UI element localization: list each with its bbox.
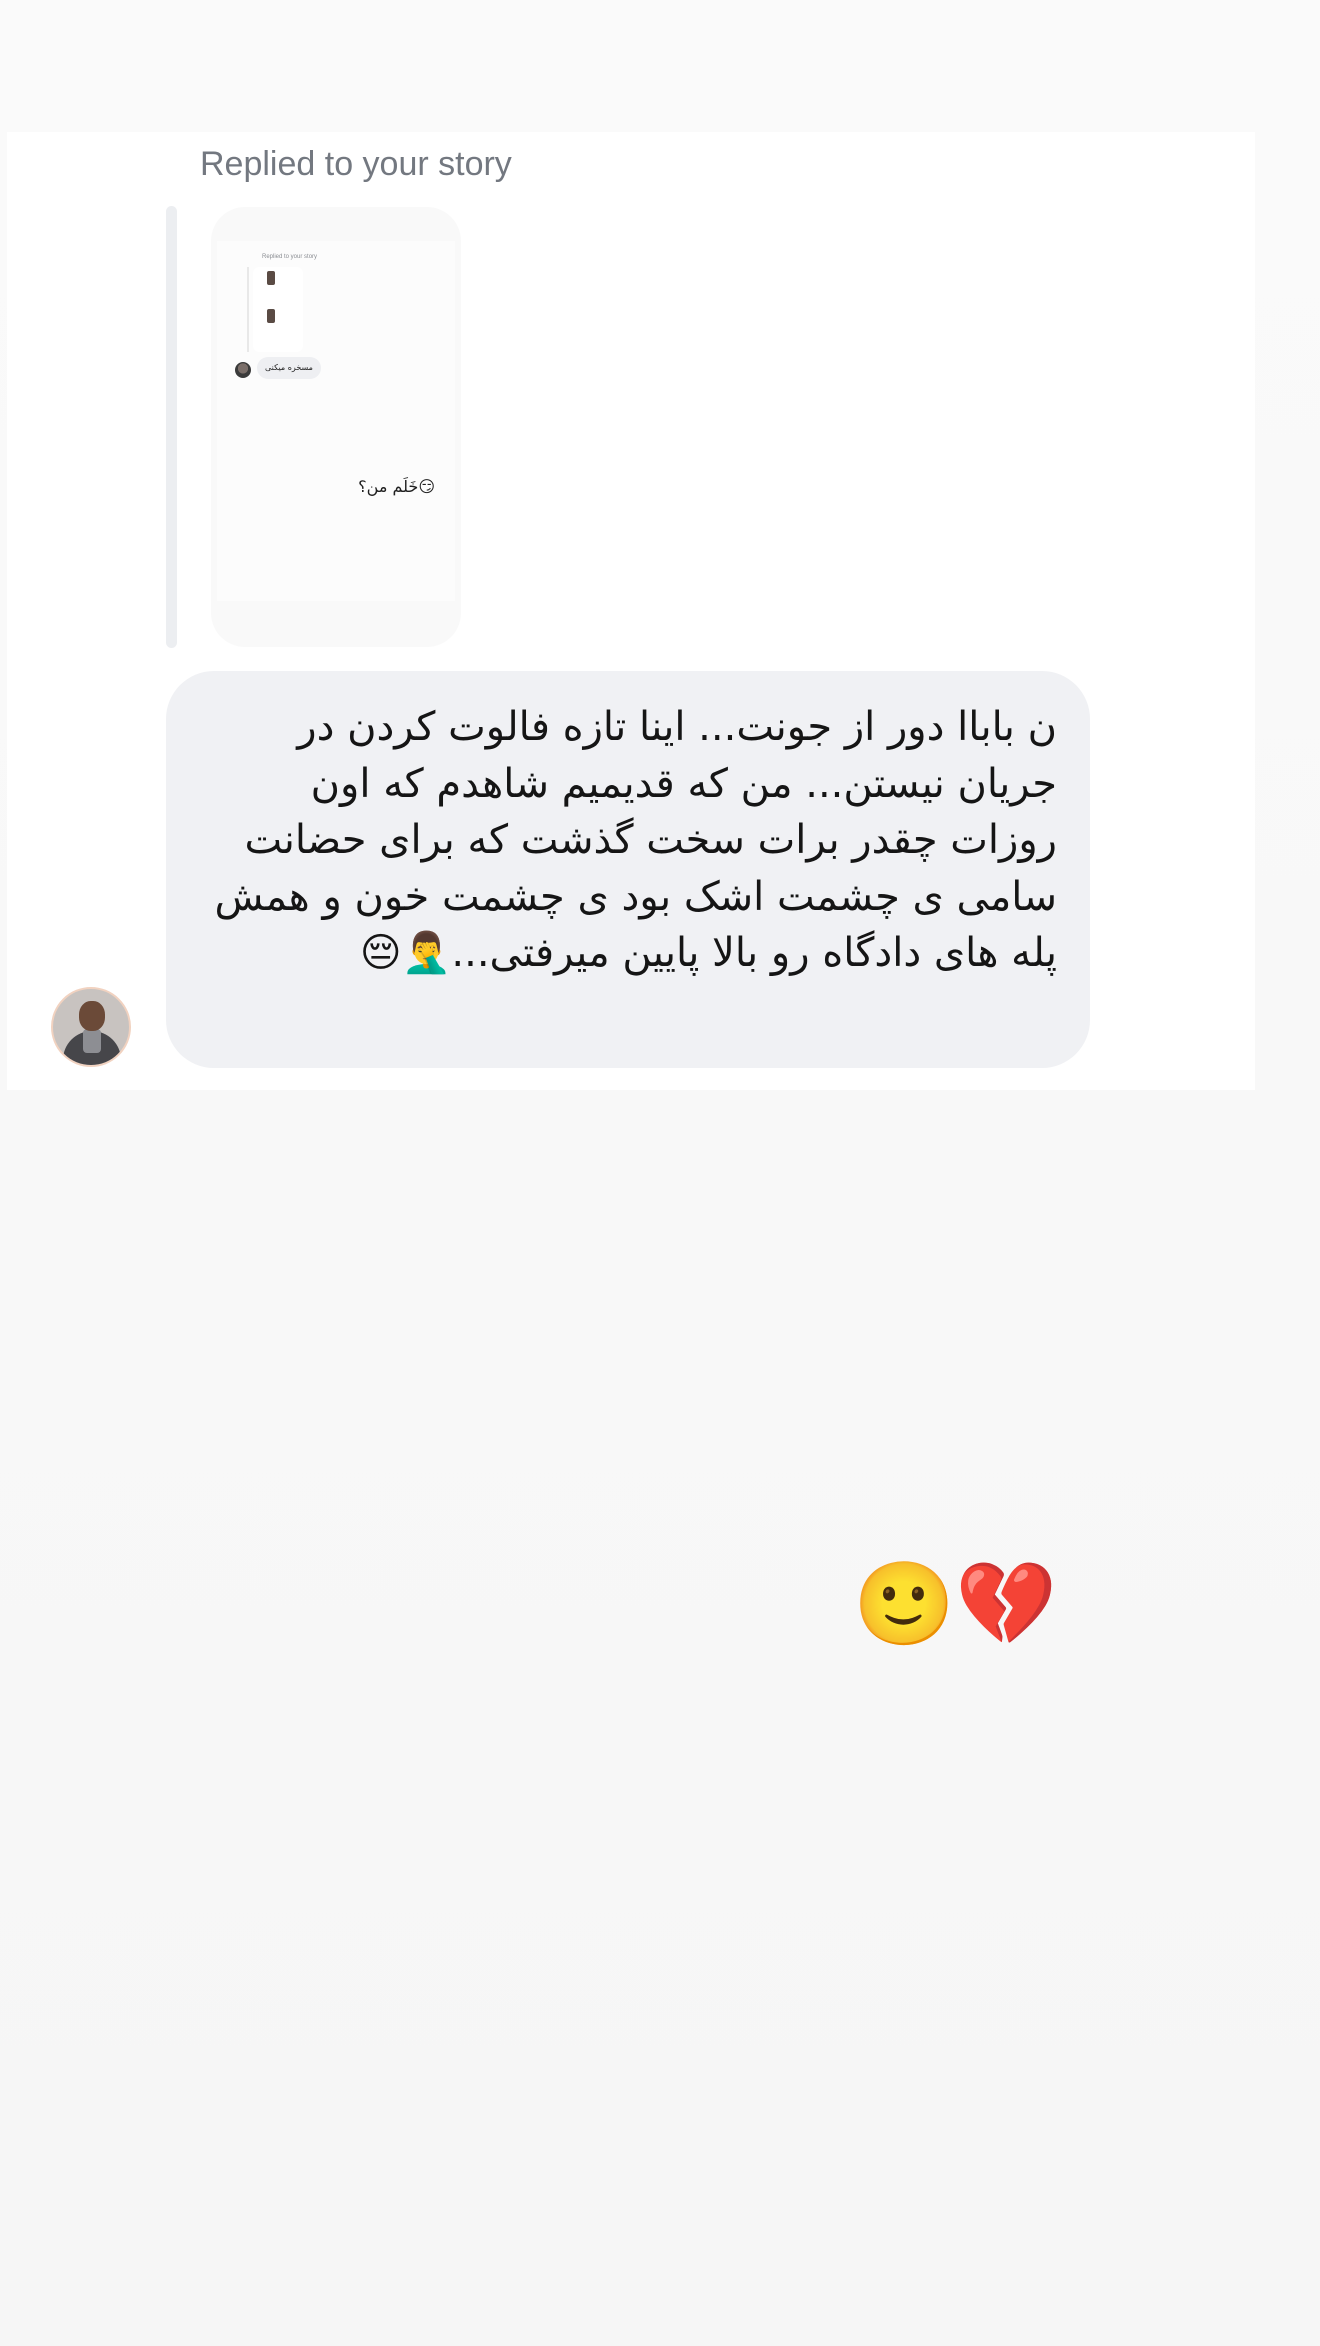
story-preview-caption: خَلَم من؟😏: [358, 477, 435, 496]
story-preview-thumb: [267, 309, 275, 323]
story-preview-reply-label: Replied to your story: [262, 254, 318, 260]
story-preview-screenshot: Replied to your story مسخره میکنی: [217, 241, 455, 601]
sender-avatar[interactable]: [51, 987, 131, 1067]
story-preview-thumbnail[interactable]: Replied to your story مسخره میکنی خَلَم …: [211, 207, 461, 647]
message-text: ن باباا دور از جونت... اینا تازه فالوت ک…: [214, 704, 1057, 976]
emoji-reaction: 🙂💔: [853, 1557, 1058, 1652]
reply-quote-bar: [166, 206, 177, 648]
story-preview-message-bubble: مسخره میکنی: [257, 357, 321, 379]
avatar-figure-scarf: [83, 1029, 101, 1053]
avatar-figure-head: [79, 1001, 105, 1031]
message-bubble[interactable]: ن باباا دور از جونت... اینا تازه فالوت ک…: [166, 671, 1090, 1068]
story-preview-thumbnails: [253, 267, 303, 352]
replied-to-story-label: Replied to your story: [200, 145, 512, 183]
story-preview-thumb: [267, 271, 275, 285]
story-preview-avatar: [235, 362, 251, 378]
story-preview-quote-bar: [247, 267, 249, 352]
